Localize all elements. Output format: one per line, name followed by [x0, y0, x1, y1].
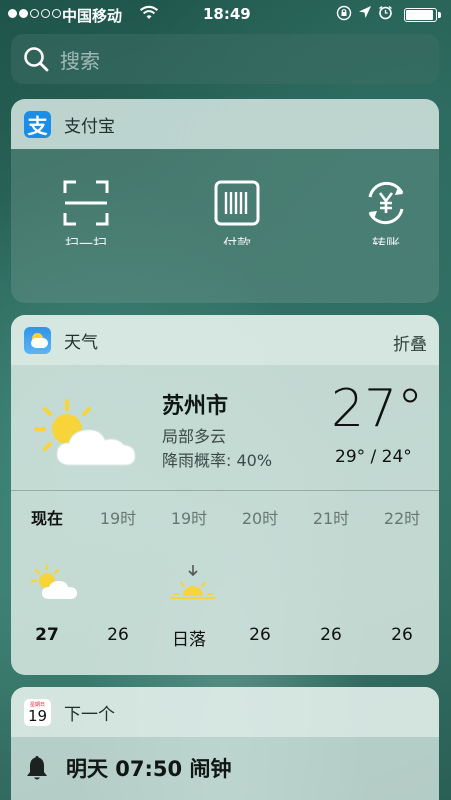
bell-icon [27, 756, 47, 780]
current-temperature: 27° [331, 379, 424, 439]
calendar-app-icon: 星期日 19 [24, 698, 51, 726]
hour-temperature: 26 [320, 625, 342, 645]
up-next-widget-header[interactable]: 星期日 19 下一个 [11, 687, 439, 737]
alarm-text: 明天 07:50 闹钟 [66, 757, 232, 781]
city-name: 苏州市 [162, 394, 229, 419]
wifi-icon [139, 5, 159, 25]
alipay-widget-header[interactable]: 支 支付宝 [11, 99, 439, 149]
hour-temperature: 26 [249, 625, 271, 645]
temperature-range: 29° / 24° [335, 447, 412, 467]
carrier-name: 中国移动 [62, 7, 123, 25]
alarm-entry[interactable]: 明天 07:50 闹钟 [23, 753, 231, 783]
battery-tip [438, 12, 441, 18]
alipay-widget: 支 支付宝 扫一扫 付款 转账 [11, 99, 439, 303]
rotation-lock-icon [336, 5, 352, 25]
partly-cloudy-icon [34, 399, 136, 466]
yuan-transfer-icon [368, 181, 404, 225]
weather-widget-header[interactable]: 天气 折叠 [11, 315, 439, 365]
search-bar[interactable]: 搜索 [11, 34, 439, 84]
pay-label: 付款 [223, 237, 251, 245]
collapse-button[interactable]: 折叠 [393, 330, 427, 355]
status-time: 18:49 [203, 5, 251, 23]
location-arrow-icon [358, 5, 372, 25]
alarm-clock-icon [378, 5, 393, 25]
alipay-app-icon: 支 [24, 110, 51, 138]
weather-widget: 天气 折叠 苏州市 局部多云 降雨概率: 40% 27° 29° / 24° 现… [11, 315, 439, 675]
barcode-icon [214, 180, 260, 226]
scan-icon [63, 180, 109, 226]
weather-condition: 局部多云 [162, 427, 227, 446]
search-input[interactable]: 搜索 [60, 45, 100, 74]
weather-app-icon [24, 326, 51, 354]
status-bar: 中国移动 18:49 [0, 0, 451, 30]
hour-label: 19时 [99, 509, 137, 528]
hour-label: 22时 [383, 509, 421, 528]
widget-title: 天气 [64, 332, 98, 353]
battery-icon [404, 8, 437, 22]
partly-cloudy-icon [25, 563, 85, 603]
calendar-day: 19 [27, 706, 48, 725]
hourly-forecast: 现在 19时 19时 20时 21时 22时 27 26 日落 26 26 26 [11, 505, 439, 650]
up-next-widget: 星期日 19 下一个 明天 07:50 闹钟 [11, 687, 439, 800]
scan-label: 扫一扫 [65, 237, 107, 245]
widget-title: 支付宝 [64, 116, 115, 137]
hour-label: 21时 [312, 509, 350, 528]
hour-label: 现在 [30, 509, 63, 528]
hour-label: 20时 [241, 509, 279, 528]
hour-temperature: 27 [35, 625, 59, 645]
transfer-button[interactable]: 转账 [361, 179, 411, 245]
widget-title: 下一个 [64, 704, 115, 725]
transfer-label: 转账 [372, 237, 400, 245]
hour-temperature: 日落 [172, 630, 206, 650]
pay-button[interactable]: 付款 [212, 179, 262, 245]
hour-temperature: 26 [107, 625, 129, 645]
scan-button[interactable]: 扫一扫 [61, 179, 111, 245]
signal-strength-icon [8, 9, 61, 18]
sunset-icon [163, 563, 223, 603]
hour-temperature: 26 [391, 625, 413, 645]
hour-label: 19时 [170, 509, 208, 528]
search-icon [24, 47, 49, 72]
rain-chance: 降雨概率: 40% [162, 451, 273, 470]
weather-summary: 苏州市 局部多云 降雨概率: 40% 27° 29° / 24° [11, 365, 439, 491]
